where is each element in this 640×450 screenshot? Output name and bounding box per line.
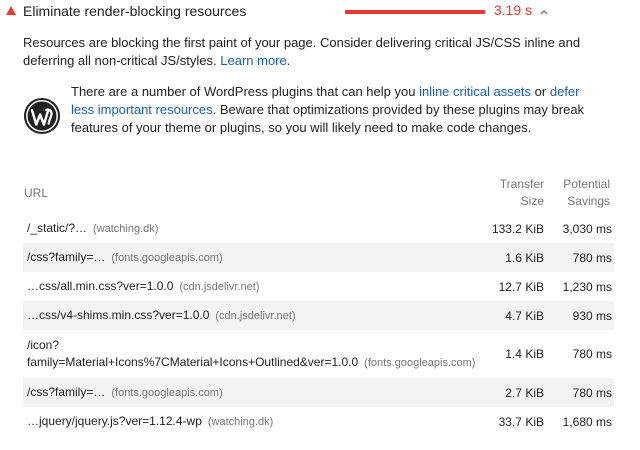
audit-score-bar [345, 10, 485, 14]
transfer-size: 133.2 KiB [491, 221, 544, 236]
transfer-size-column-header: Transfer Size [499, 177, 544, 208]
table-row: …css/v4-shims.min.css?ver=1.0.0 (cdn.jsde… [23, 301, 614, 330]
wordpress-icon [23, 97, 61, 135]
wordpress-tip-text: There are a number of WordPress plugins … [71, 84, 585, 135]
potential-savings: 1,680 ms [562, 414, 612, 429]
resource-url[interactable]: …css/all.min.css?ver=1.0.0 (cdn.jsdelivr.… [23, 272, 480, 301]
chevron-up-icon[interactable] [538, 6, 550, 18]
transfer-size: 2.7 KiB [480, 378, 548, 407]
table-row: /icon? family=Material+Icons%7CMaterial+I… [23, 330, 614, 378]
potential-savings: 780 ms [548, 378, 614, 407]
transfer-size: 4.7 KiB [480, 301, 548, 330]
transfer-size: 1.4 KiB [505, 347, 544, 361]
resource-url[interactable]: /_static/?… (watching.dk) [23, 214, 480, 243]
learn-more-link[interactable]: Learn more [220, 53, 286, 68]
resource-url[interactable]: /css?family=… (fonts.googleapis.com) [23, 243, 480, 272]
resource-url[interactable]: /icon? family=Material+Icons%7CMaterial+I… [23, 330, 480, 378]
potential-savings: 780 ms [548, 243, 614, 272]
warning-triangle-icon [6, 6, 16, 15]
potential-savings: 3,030 ms [562, 221, 612, 236]
table-row: …css/all.min.css?ver=1.0.0 (cdn.jsdelivr.… [23, 272, 614, 301]
transfer-size: 33.7 KiB [498, 414, 544, 429]
table-row: …jquery/jquery.js?ver=1.12.4-wp (watching… [23, 407, 614, 436]
audit-description: Resources are blocking the first paint o… [23, 35, 581, 68]
wordpress-stack-pack: There are a number of WordPress plugins … [23, 83, 623, 163]
potential-savings: 780 ms [572, 347, 612, 361]
potential-savings: 1,230 ms [562, 279, 612, 294]
potential-savings-column-header: Potential Savings [563, 177, 610, 208]
resources-table: URL Transfer Size Potential Savings /_st… [23, 172, 614, 436]
audit-title: Eliminate render-blocking resources [23, 3, 247, 19]
transfer-size: 12.7 KiB [498, 279, 544, 294]
potential-savings: 930 ms [548, 301, 614, 330]
resource-url[interactable]: …jquery/jquery.js?ver=1.12.4-wp (watching… [23, 407, 480, 436]
url-column-header: URL [24, 185, 49, 200]
resource-url[interactable]: /css?family=… (fonts.googleapis.com) [23, 378, 480, 407]
transfer-size: 1.6 KiB [480, 243, 548, 272]
table-row: /css?family=… (fonts.googleapis.com) 2.7 … [23, 378, 614, 407]
table-header-row: URL Transfer Size Potential Savings [23, 172, 614, 214]
inline-critical-assets-link[interactable]: inline critical assets [419, 84, 531, 99]
audit-display-value: 3.19 s [493, 2, 532, 18]
table-row: /css?family=… (fonts.googleapis.com) 1.6 … [23, 243, 614, 272]
resource-url[interactable]: …css/v4-shims.min.css?ver=1.0.0 (cdn.jsde… [23, 301, 480, 330]
table-row: /_static/?… (watching.dk) 133.2 KiB 3,030… [23, 214, 614, 243]
audit-header[interactable]: Eliminate render-blocking resources 3.19… [0, 0, 640, 26]
